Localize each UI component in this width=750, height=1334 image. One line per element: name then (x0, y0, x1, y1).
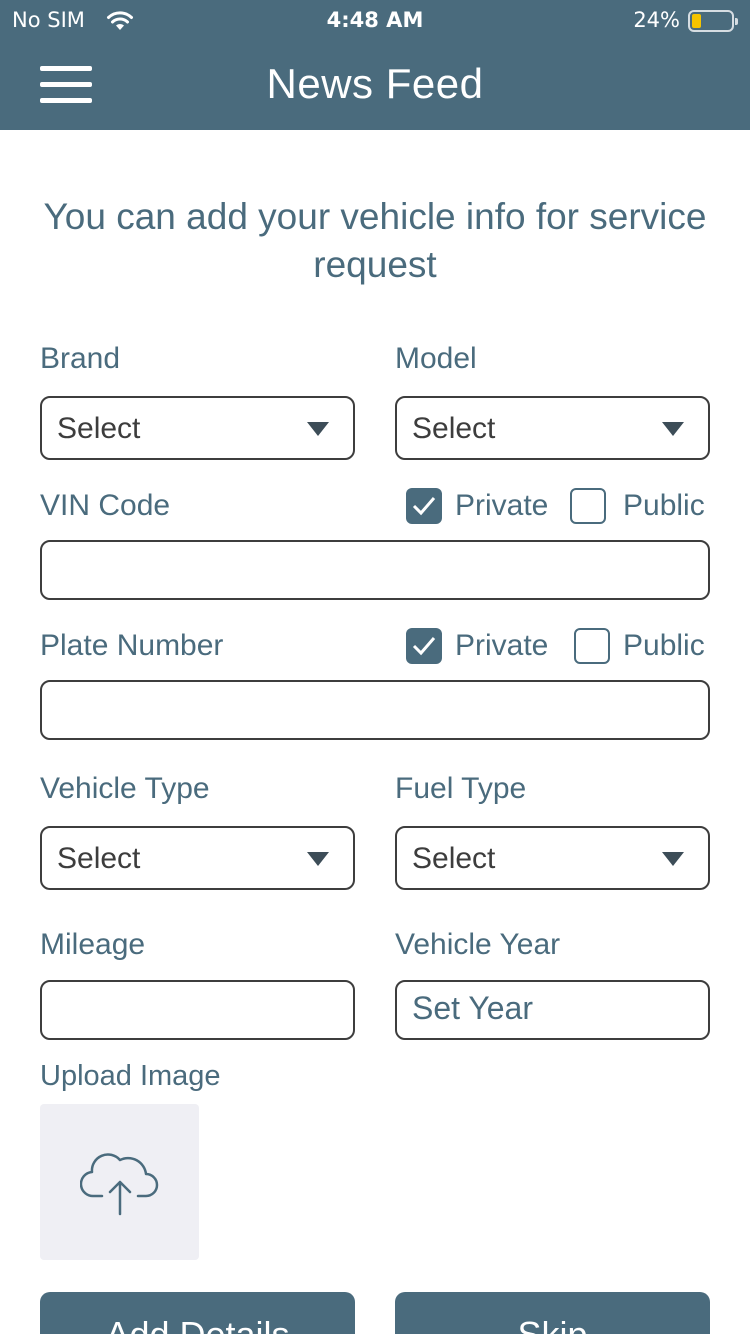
model-select-value: Select (412, 412, 496, 445)
vehicle-type-select-value: Select (57, 842, 141, 875)
plate-label: Plate Number (40, 629, 224, 662)
upload-image-label: Upload Image (40, 1060, 221, 1092)
chevron-down-icon (307, 422, 329, 436)
battery-icon (688, 10, 738, 32)
model-label: Model (395, 342, 477, 375)
vehicle-year-input[interactable]: Set Year (395, 980, 710, 1040)
vehicle-type-select[interactable]: Select (40, 826, 355, 890)
vin-public-checkbox[interactable] (570, 488, 606, 524)
battery-nub (735, 18, 738, 25)
skip-button[interactable]: Skip (395, 1292, 710, 1334)
vehicle-year-label: Vehicle Year (395, 928, 561, 961)
vin-private-label: Private (455, 489, 549, 522)
chevron-down-icon (662, 422, 684, 436)
fuel-type-label: Fuel Type (395, 772, 527, 805)
plate-public-checkbox[interactable] (574, 628, 610, 664)
plate-input[interactable] (40, 680, 710, 740)
status-bar: No SIM 4:48 AM 24% (0, 0, 750, 40)
vin-public-label: Public (623, 489, 705, 522)
vin-private-checkbox[interactable] (406, 488, 442, 524)
model-select[interactable]: Select (395, 396, 710, 460)
vin-label: VIN Code (40, 489, 171, 522)
brand-label: Brand (40, 342, 121, 375)
nav-bar: News Feed (0, 40, 750, 130)
chevron-down-icon (662, 852, 684, 866)
plate-private-label: Private (455, 629, 549, 662)
plate-private-checkbox[interactable] (406, 628, 442, 664)
brand-select[interactable]: Select (40, 396, 355, 460)
mileage-label: Mileage (40, 928, 146, 961)
mileage-input[interactable] (40, 980, 355, 1040)
cloud-upload-icon (80, 1153, 159, 1216)
vehicle-type-label: Vehicle Type (40, 772, 210, 805)
checkmark-icon (412, 497, 436, 516)
chevron-down-icon (307, 852, 329, 866)
checkmark-icon (412, 637, 436, 656)
page-title: News Feed (266, 60, 484, 107)
fuel-type-select[interactable]: Select (395, 826, 710, 890)
add-details-button[interactable]: Add Details (40, 1292, 355, 1334)
vin-input[interactable] (40, 540, 710, 600)
plate-public-label: Public (623, 629, 705, 662)
vehicle-year-placeholder: Set Year (412, 990, 533, 1026)
battery-fill (692, 14, 701, 28)
upload-image-button[interactable] (40, 1104, 199, 1260)
intro-text: You can add your vehicle info for servic… (43, 196, 707, 285)
brand-select-value: Select (57, 412, 141, 445)
battery-percent: 24% (633, 8, 680, 32)
fuel-type-select-value: Select (412, 842, 496, 875)
